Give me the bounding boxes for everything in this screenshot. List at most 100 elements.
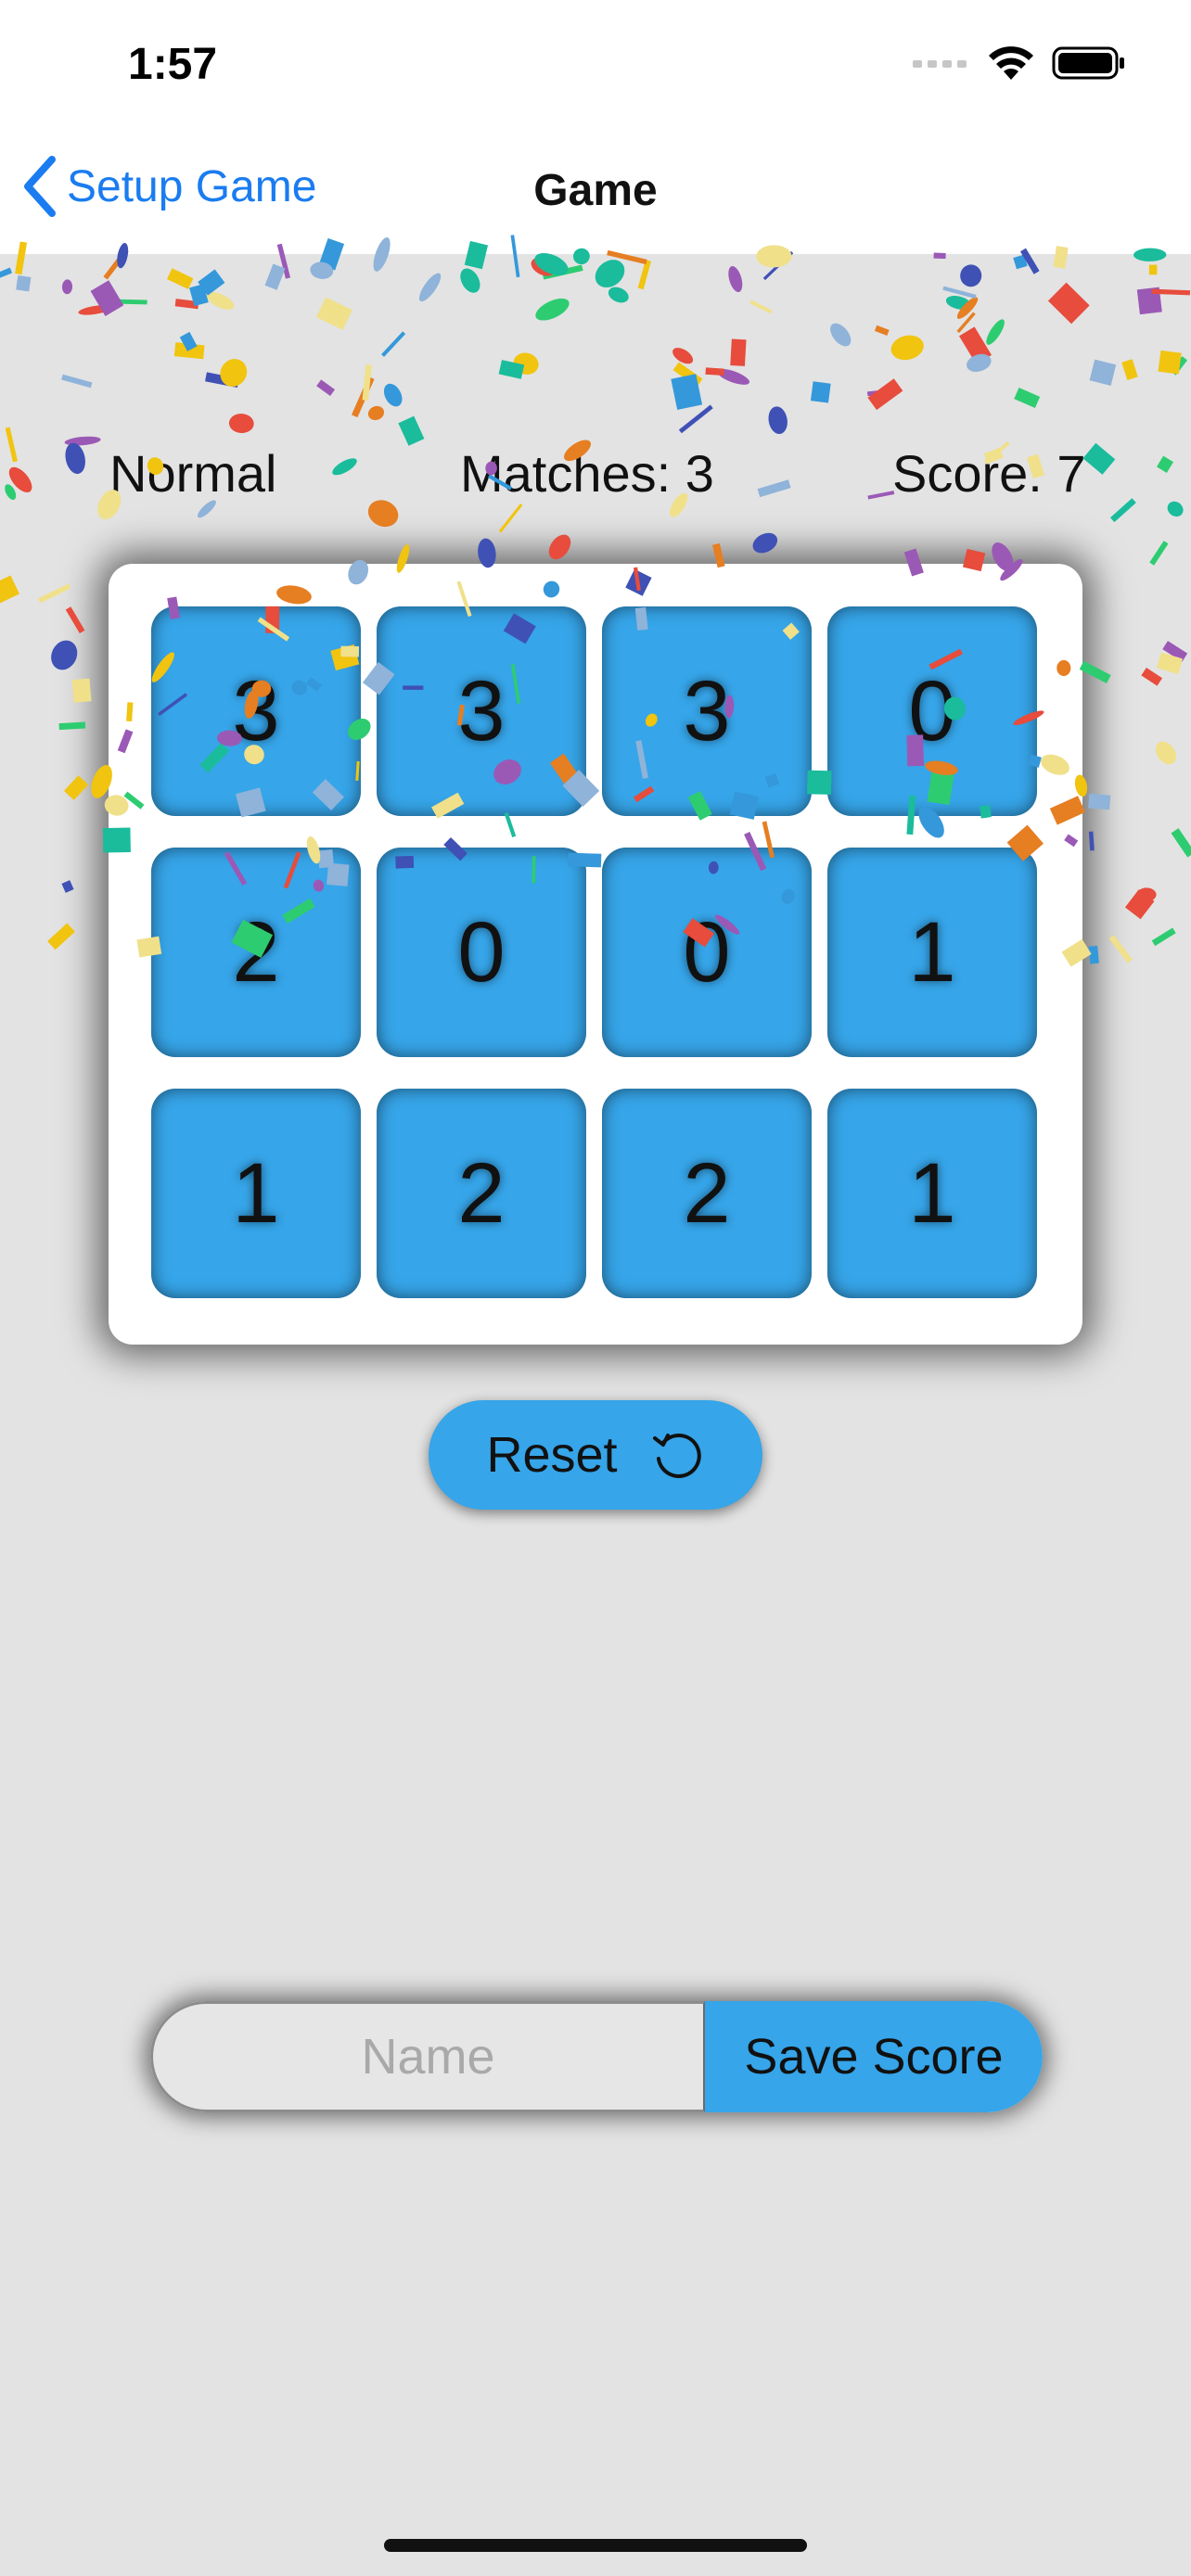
confetti-piece [63, 775, 89, 800]
confetti-piece [1088, 945, 1099, 964]
confetti-piece [1047, 282, 1090, 325]
card-tile[interactable]: 1 [151, 1089, 361, 1298]
card-tile[interactable]: 2 [602, 1089, 812, 1298]
confetti-piece [672, 362, 703, 388]
confetti-piece [967, 353, 992, 372]
card-tile[interactable]: 2 [377, 1089, 586, 1298]
confetti-piece [58, 721, 86, 731]
confetti-piece [768, 406, 788, 435]
confetti-piece [942, 286, 977, 300]
confetti-piece [890, 335, 924, 361]
confetti-piece [542, 264, 583, 280]
confetti-piece [0, 575, 19, 605]
confetti-piece [1013, 254, 1028, 270]
confetti-piece [1171, 828, 1191, 858]
confetti-piece [717, 368, 750, 385]
card-tile[interactable]: 3 [602, 606, 812, 816]
confetti-piece [1170, 356, 1188, 376]
card-tile[interactable]: 3 [151, 606, 361, 816]
card-tile[interactable]: 3 [377, 606, 586, 816]
confetti-piece [548, 534, 571, 560]
confetti-piece [352, 376, 375, 418]
confetti-piece [1079, 660, 1111, 684]
confetti-piece [671, 374, 703, 410]
game-board: 333020011221 [109, 564, 1082, 1345]
confetti-piece [728, 266, 743, 292]
confetti-piece [0, 267, 13, 282]
confetti-piece [749, 300, 773, 314]
game-screen: 1:57 Setup Game Game Normal Matches: 3 S… [0, 0, 1191, 2576]
confetti-piece [810, 381, 831, 403]
confetti-piece [1136, 887, 1157, 902]
confetti-piece [367, 405, 385, 421]
confetti-piece [71, 678, 92, 703]
confetti-piece [1136, 287, 1162, 315]
confetti-piece [595, 260, 625, 288]
matches-count: Matches: 3 [460, 444, 714, 503]
confetti-piece [1155, 741, 1177, 765]
status-icons [913, 45, 1126, 82]
wifi-icon [989, 46, 1033, 80]
card-tile[interactable]: 1 [827, 848, 1037, 1057]
reset-button[interactable]: Reset [429, 1400, 762, 1510]
confetti-piece [174, 299, 199, 310]
confetti-piece [64, 436, 101, 446]
confetti-piece [1082, 442, 1116, 475]
confetti-piece [189, 284, 209, 307]
confetti-piece [173, 342, 205, 360]
confetti-piece [5, 484, 17, 500]
card-tile[interactable]: 0 [377, 848, 586, 1057]
card-tile[interactable]: 1 [827, 1089, 1037, 1298]
confetti-piece [705, 367, 724, 376]
confetti-piece [61, 374, 93, 389]
confetti-piece [37, 583, 71, 604]
confetti-piece [1157, 652, 1183, 674]
confetti-piece [1088, 831, 1095, 851]
confetti-piece [1151, 927, 1176, 947]
confetti-piece [1088, 793, 1111, 810]
reset-label: Reset [486, 1427, 618, 1483]
status-time: 1:57 [128, 40, 218, 89]
battery-icon [1052, 46, 1124, 80]
confetti-piece [65, 606, 85, 633]
confetti-piece [498, 503, 523, 533]
confetti-piece [762, 250, 794, 281]
confetti-piece [179, 331, 198, 351]
confetti-piece [730, 338, 747, 366]
card-tile[interactable]: 0 [602, 848, 812, 1057]
confetti-piece [956, 297, 979, 319]
confetti-piece [1149, 541, 1169, 566]
confetti-piece [5, 427, 18, 463]
confetti-piece [608, 287, 629, 303]
confetti-piece [678, 404, 713, 434]
confetti-piece [866, 389, 894, 397]
confetti-piece [752, 532, 778, 554]
home-indicator [384, 2539, 807, 2552]
confetti-piece [1167, 501, 1184, 517]
confetti-piece [205, 372, 239, 388]
confetti-piece [460, 268, 480, 293]
confetti-piece [830, 323, 852, 347]
score-value: Score: 7 [892, 444, 1086, 503]
confetti-piece [1141, 667, 1163, 686]
page-title: Game [533, 166, 658, 215]
card-tile[interactable]: 0 [827, 606, 1037, 816]
confetti-piece [874, 325, 890, 337]
confetti-piece [757, 479, 791, 498]
confetti-piece [960, 264, 982, 287]
name-input[interactable] [150, 2001, 705, 2112]
navigation-bar: Setup Game Game [0, 130, 1191, 254]
confetti-piece [47, 923, 75, 950]
confetti-piece [16, 275, 32, 292]
confetti-piece [1124, 889, 1155, 920]
confetti-piece [513, 352, 539, 375]
card-tile[interactable]: 2 [151, 848, 361, 1057]
confetti-piece [531, 257, 556, 276]
reset-icon [652, 1434, 701, 1478]
save-score-button[interactable]: Save Score [705, 2001, 1043, 2112]
confetti-piece [945, 296, 971, 310]
confetti-piece [986, 319, 1005, 345]
confetti-piece [498, 360, 525, 379]
confetti-piece [959, 326, 992, 364]
confetti-piece [1014, 388, 1041, 408]
